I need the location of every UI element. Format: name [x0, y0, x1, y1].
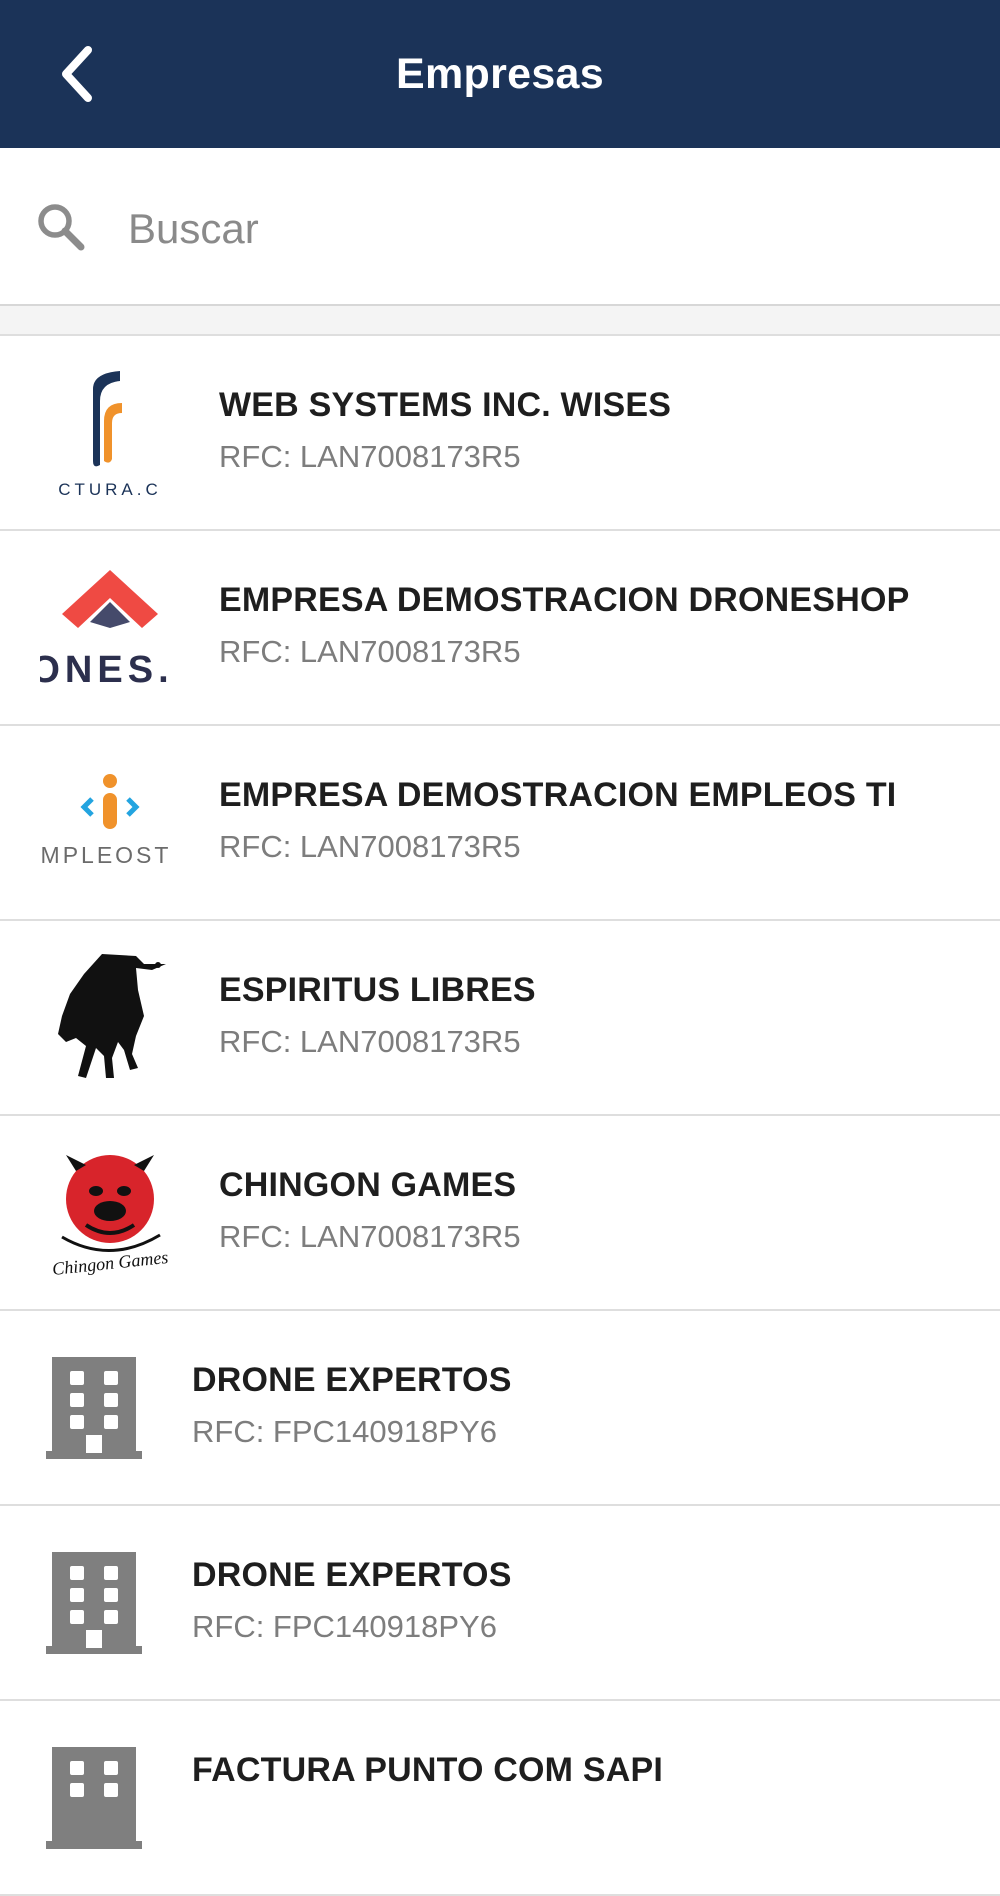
company-name: EMPRESA DEMOSTRACION DRONESHOP	[219, 581, 910, 619]
search-input[interactable]	[126, 188, 950, 270]
company-logo-chingon-games: Chingon Games	[40, 1141, 180, 1281]
svg-text:ONES.: ONES.	[40, 649, 174, 691]
company-name: DRONE EXPERTOS	[192, 1556, 512, 1594]
svg-text:CTURA.C: CTURA.C	[58, 480, 162, 499]
building-icon	[46, 1747, 142, 1849]
building-icon	[46, 1357, 142, 1459]
list-item[interactable]: ESPIRITUS LIBRES RFC: LAN7008173R5	[0, 921, 1000, 1116]
company-rfc: RFC: LAN7008173R5	[219, 1024, 521, 1060]
list-item[interactable]: MPLEOST EMPRESA DEMOSTRACION EMPLEOS TI …	[0, 726, 1000, 921]
list-separator	[0, 306, 1000, 336]
company-logo-factura: CTURA.C	[40, 361, 180, 501]
company-rfc: RFC: LAN7008173R5	[219, 634, 521, 670]
list-item[interactable]: DRONE EXPERTOS RFC: FPC140918PY6	[0, 1311, 1000, 1506]
company-name: EMPRESA DEMOSTRACION EMPLEOS TI	[219, 776, 897, 814]
company-logo-empleos-ti: MPLEOST	[40, 751, 180, 891]
list-item[interactable]: ONES. EMPRESA DEMOSTRACION DRONESHOP RFC…	[0, 531, 1000, 726]
company-rfc: RFC: LAN7008173R5	[219, 829, 521, 865]
list-item[interactable]: CTURA.C WEB SYSTEMS INC. WISES RFC: LAN7…	[0, 336, 1000, 531]
company-name: ESPIRITUS LIBRES	[219, 971, 536, 1009]
svg-text:MPLEOST: MPLEOST	[41, 842, 172, 868]
horse-logo-icon	[40, 946, 180, 1086]
company-logo-droneshop: ONES.	[40, 556, 180, 696]
search-icon	[38, 204, 85, 251]
company-rfc: RFC: FPC140918PY6	[192, 1609, 497, 1645]
page-title: Empresas	[396, 50, 604, 98]
company-name: CHINGON GAMES	[219, 1166, 517, 1204]
search-bar	[0, 148, 1000, 306]
company-rfc: RFC: LAN7008173R5	[219, 439, 521, 475]
list-item[interactable]: FACTURA PUNTO COM SAPI	[0, 1701, 1000, 1896]
company-name: FACTURA PUNTO COM SAPI	[192, 1751, 663, 1789]
app-header: Empresas	[0, 0, 1000, 148]
list-item[interactable]: DRONE EXPERTOS RFC: FPC140918PY6	[0, 1506, 1000, 1701]
company-name: WEB SYSTEMS INC. WISES	[219, 386, 672, 424]
company-rfc: RFC: LAN7008173R5	[219, 1219, 521, 1255]
company-rfc: RFC: FPC140918PY6	[192, 1414, 497, 1450]
company-name: DRONE EXPERTOS	[192, 1361, 512, 1399]
building-icon	[46, 1552, 142, 1654]
list-item[interactable]: Chingon Games CHINGON GAMES RFC: LAN7008…	[0, 1116, 1000, 1311]
company-list: CTURA.C WEB SYSTEMS INC. WISES RFC: LAN7…	[0, 336, 1000, 1896]
